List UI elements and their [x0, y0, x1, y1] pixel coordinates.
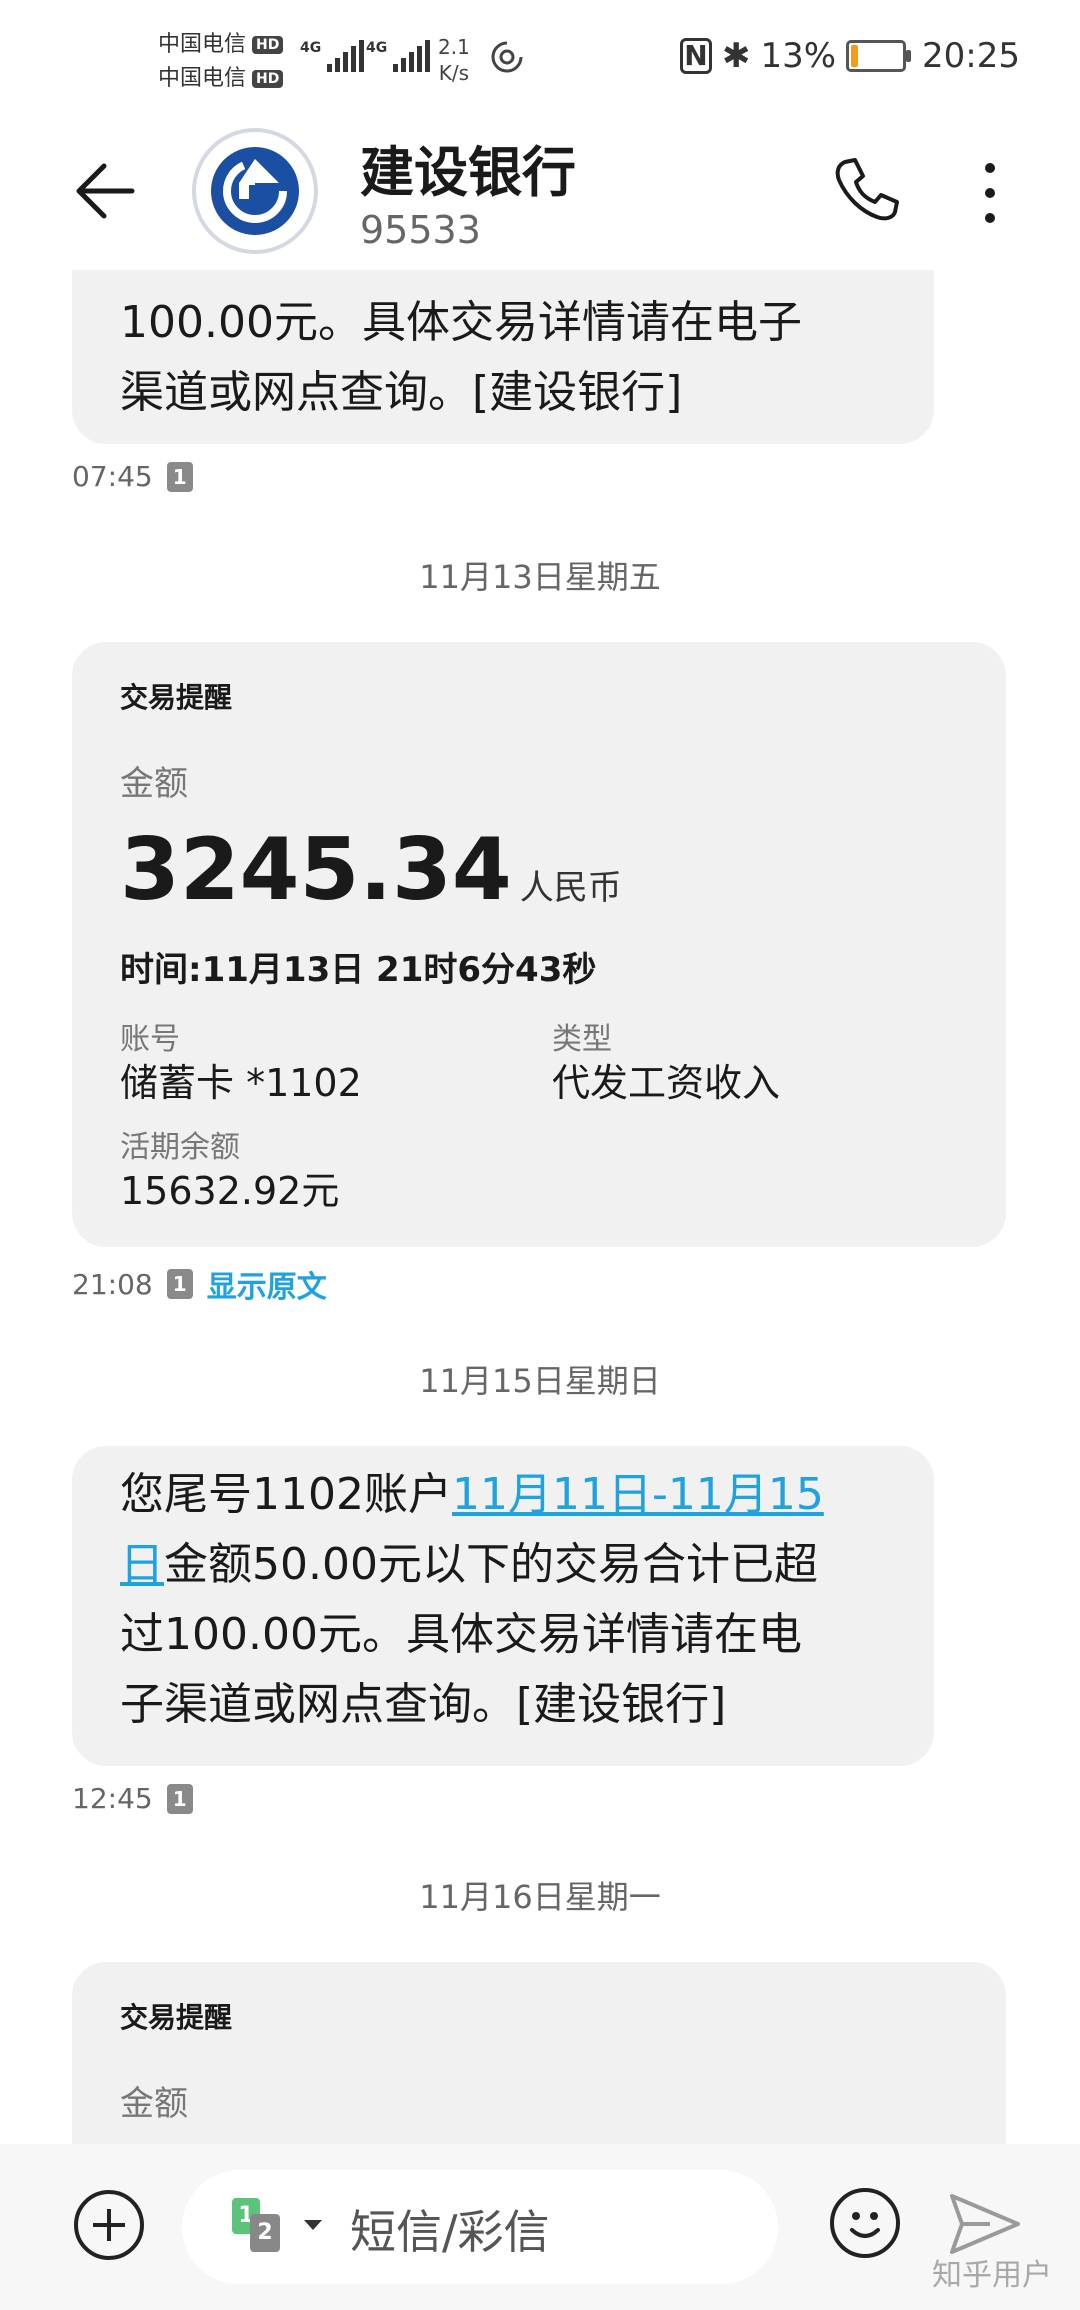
sim-selector[interactable]: 1 2 — [232, 2198, 296, 2258]
message-time: 12:45 — [72, 1782, 153, 1815]
ccb-logo-icon — [211, 147, 299, 235]
emoji-button[interactable] — [830, 2188, 900, 2258]
status-bar: 中国电信 HD 中国电信 HD 4G 4G 2.1 K/s N ✱ 13% 20:2… — [0, 0, 1080, 120]
balance-value: 15632.92元 — [120, 1169, 340, 1213]
chevron-down-icon[interactable] — [304, 2220, 322, 2230]
avatar[interactable] — [192, 128, 318, 254]
phone-icon — [835, 158, 899, 221]
signal-icon: 4G — [366, 40, 431, 72]
amount-label: 金额 — [120, 2084, 188, 2124]
message-input[interactable]: 1 2 短信/彩信 — [182, 2170, 778, 2284]
date-range-link[interactable]: 11月11日-11月15 — [452, 1469, 824, 1520]
add-attachment-button[interactable] — [74, 2190, 144, 2260]
message-time: 21:08 — [72, 1267, 153, 1301]
carrier-1: 中国电信 — [158, 32, 247, 57]
message-text: 您尾号1102账户 — [120, 1469, 452, 1520]
signal-icon: 4G — [300, 40, 365, 72]
message-meta: 07:45 1 — [72, 460, 193, 493]
message-meta: 21:08 1 显示原文 — [72, 1262, 327, 1306]
more-vertical-icon — [985, 163, 995, 223]
amount-label: 金额 — [120, 764, 188, 804]
carrier-info: 中国电信 HD 中国电信 HD — [158, 28, 284, 96]
contact-number: 95533 — [360, 208, 481, 252]
compose-bar: 1 2 短信/彩信 知乎用户 — [0, 2144, 1080, 2310]
message-line: 100.00元。具体交易详情请在电子 — [120, 297, 802, 348]
status-indicators: N ✱ 13% 20:25 — [679, 36, 1020, 76]
show-original-link[interactable]: 显示原文 — [207, 1262, 327, 1306]
sim-2-icon: 2 — [250, 2214, 280, 2252]
arrow-left-icon — [76, 163, 135, 219]
hd-badge: HD — [252, 70, 284, 88]
sim-badge: 1 — [166, 461, 193, 492]
date-separator: 11月16日星期一 — [419, 1878, 661, 1916]
conversation-header: 建设银行 95533 — [0, 120, 1080, 270]
clock: 20:25 — [922, 36, 1020, 76]
transaction-card[interactable]: 交易提醒 金额 3245.34 人民币 时间:11月13日 21时6分43秒 账… — [72, 642, 1006, 1247]
message-bubble[interactable]: 您尾号1102账户11月11日-11月15 日金额50.00元以下的交易合计已超… — [72, 1446, 934, 1766]
back-button[interactable] — [70, 156, 140, 226]
amount-value: 3245.34 — [120, 820, 512, 920]
transaction-time: 时间:11月13日 21时6分43秒 — [120, 950, 597, 990]
message-line: 子渠道或网点查询。[建设银行] — [120, 1679, 727, 1730]
date-separator: 11月15日星期日 — [419, 1362, 661, 1400]
hotspot-icon — [490, 40, 524, 83]
call-button[interactable] — [825, 150, 905, 230]
message-meta: 12:45 1 — [72, 1782, 193, 1815]
more-options-button[interactable] — [970, 158, 1010, 228]
currency: 人民币 — [519, 868, 622, 908]
message-line: 渠道或网点查询。[建设银行] — [120, 367, 683, 418]
contact-name: 建设银行 — [360, 141, 576, 204]
smiley-icon — [850, 2212, 880, 2238]
nfc-icon: N — [679, 38, 712, 74]
sim-badge: 1 — [166, 1783, 193, 1814]
card-title: 交易提醒 — [120, 2001, 233, 2034]
message-placeholder: 短信/彩信 — [350, 2205, 550, 2259]
date-range-link[interactable]: 日 — [120, 1539, 164, 1590]
carrier-2: 中国电信 — [158, 66, 247, 91]
card-title: 交易提醒 — [120, 681, 233, 714]
battery-icon — [846, 40, 912, 72]
account-value: 储蓄卡 *1102 — [120, 1061, 362, 1105]
battery-percent: 13% — [760, 36, 837, 76]
watermark: 知乎用户 — [932, 2258, 1052, 2293]
message-text: 金额50.00元以下的交易合计已超 — [164, 1539, 818, 1590]
hd-badge: HD — [252, 36, 284, 54]
date-separator: 11月13日星期五 — [419, 558, 661, 596]
amount-row: 3245.34 人民币 — [120, 820, 622, 920]
network-speed: 2.1 K/s — [438, 35, 470, 85]
bluetooth-icon: ✱ — [721, 36, 751, 76]
type-value: 代发工资收入 — [552, 1061, 781, 1105]
message-line: 过100.00元。具体交易详情请在电 — [120, 1609, 802, 1660]
sim-badge: 1 — [166, 1269, 193, 1299]
message-time: 07:45 — [72, 460, 153, 493]
